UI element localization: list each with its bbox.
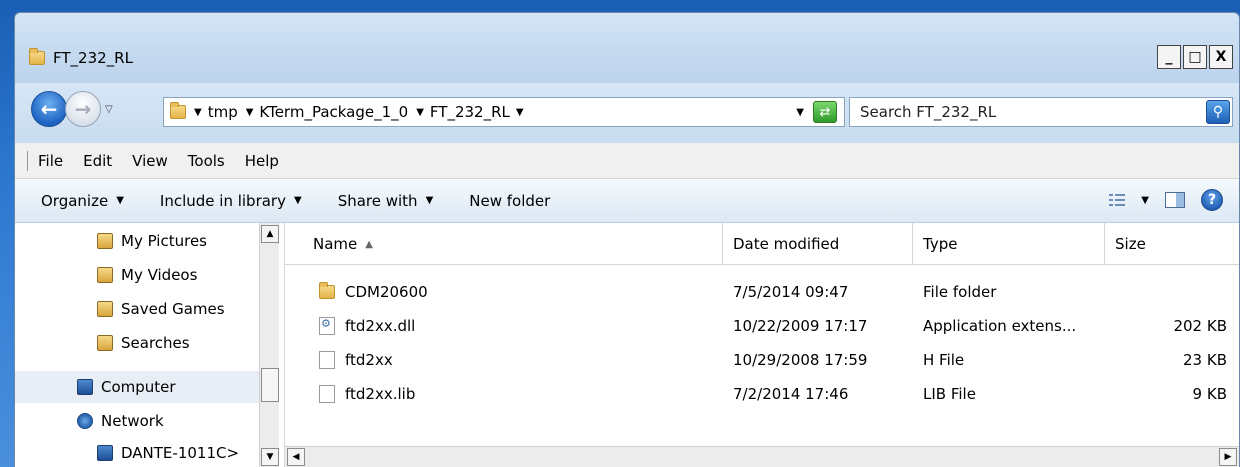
breadcrumb-ft-232-rl[interactable]: ▼ FT_232_RL ▼ — [416, 103, 523, 121]
organize-button[interactable]: Organize ▼ — [41, 192, 124, 210]
command-bar: Organize ▼ Include in library ▼ Share with… — [15, 179, 1239, 223]
menu-edit[interactable]: Edit — [83, 152, 112, 170]
folder-icon — [29, 48, 45, 65]
folder-icon — [170, 102, 186, 119]
scroll-thumb[interactable] — [261, 368, 279, 402]
scroll-down-icon[interactable]: ▼ — [261, 448, 279, 466]
sort-ascending-icon: ▲ — [365, 238, 373, 250]
file-name-cell: ftd2xx.lib — [319, 377, 415, 411]
breadcrumb-tmp[interactable]: ▼ tmp — [194, 103, 238, 121]
breadcrumb-kterm-package[interactable]: ▼ KTerm_Package_1_0 — [246, 103, 409, 121]
menu-file[interactable]: File — [38, 152, 63, 170]
scroll-right-icon[interactable]: ▶ — [1219, 448, 1237, 466]
column-header-date[interactable]: Date modified — [723, 223, 913, 265]
computer-icon — [77, 379, 93, 395]
menu-tools[interactable]: Tools — [188, 152, 225, 170]
minimize-button[interactable]: _ — [1157, 45, 1181, 69]
pictures-folder-icon — [97, 233, 113, 249]
forward-button[interactable]: → — [65, 91, 101, 127]
column-headers: Name ▲ Date modified Type Size — [285, 223, 1239, 265]
nav-item-searches[interactable]: Searches — [97, 327, 190, 359]
file-row[interactable]: ftd2xx 10/29/2008 17:59 H File 23 KB — [285, 343, 1239, 377]
file-date-cell: 10/22/2009 17:17 — [733, 317, 868, 335]
chevron-down-icon: ▼ — [425, 195, 434, 206]
nav-item-computer[interactable]: Computer — [15, 371, 259, 403]
horizontal-scrollbar[interactable]: ◀ ▶ — [285, 446, 1239, 467]
file-row[interactable]: ftd2xx.lib 7/2/2014 17:46 LIB File 9 KB — [285, 377, 1239, 411]
nav-item-network[interactable]: Network — [77, 405, 164, 437]
maximize-button[interactable]: □ — [1183, 45, 1207, 69]
preview-pane-icon[interactable] — [1165, 192, 1185, 208]
file-date-cell: 7/5/2014 09:47 — [733, 283, 849, 301]
share-with-button[interactable]: Share with ▼ — [338, 192, 434, 210]
file-date-cell: 7/2/2014 17:46 — [733, 385, 849, 403]
file-type-cell: H File — [923, 351, 965, 369]
menu-view[interactable]: View — [132, 152, 168, 170]
network-icon — [77, 413, 93, 429]
change-view-icon[interactable] — [1109, 193, 1126, 207]
file-row[interactable]: CDM20600 7/5/2014 09:47 File folder — [285, 275, 1239, 309]
text-file-icon — [319, 351, 335, 369]
explorer-window: FT_232_RL _ □ X ← → ▽ ▼ tmp ▼ KTerm_Packag… — [14, 12, 1240, 467]
back-button[interactable]: ← — [31, 91, 67, 127]
file-row[interactable]: ftd2xx.dll 10/22/2009 17:17 Application … — [285, 309, 1239, 343]
include-in-library-button[interactable]: Include in library ▼ — [160, 192, 302, 210]
file-type-cell: LIB File — [923, 385, 976, 403]
file-name-cell: CDM20600 — [319, 275, 428, 309]
window-title: FT_232_RL — [53, 49, 133, 67]
navigation-buttons: ← → ▽ — [31, 91, 113, 127]
scroll-left-icon[interactable]: ◀ — [287, 448, 305, 466]
address-history-dropdown-icon[interactable]: ▼ — [796, 107, 804, 118]
file-size-cell: 23 KB — [1183, 351, 1227, 369]
recent-pages-dropdown-icon[interactable]: ▽ — [105, 104, 113, 115]
chevron-down-icon: ▼ — [116, 195, 124, 206]
file-icon — [319, 385, 335, 403]
chevron-down-icon: ▼ — [293, 195, 302, 206]
column-header-name[interactable]: Name ▲ — [303, 223, 723, 265]
menu-separator — [27, 150, 28, 171]
refresh-icon[interactable]: ⇄ — [813, 101, 837, 123]
menu-bar: File Edit View Tools Help — [15, 143, 1239, 179]
computer-icon — [97, 445, 113, 461]
file-name-cell: ftd2xx — [319, 343, 393, 377]
file-size-cell: 9 KB — [1192, 385, 1227, 403]
file-type-cell: Application extens... — [923, 317, 1077, 335]
nav-item-dante[interactable]: DANTE-1011C> — [97, 437, 247, 467]
nav-item-my-videos[interactable]: My Videos — [97, 259, 197, 291]
videos-folder-icon — [97, 267, 113, 283]
address-row: ← → ▽ ▼ tmp ▼ KTerm_Package_1_0 ▼ FT_232_RL… — [15, 83, 1239, 143]
searches-folder-icon — [97, 335, 113, 351]
scroll-up-icon[interactable]: ▲ — [261, 225, 279, 243]
folder-icon — [319, 282, 335, 299]
close-button[interactable]: X — [1209, 45, 1233, 69]
window-controls: _ □ X — [1155, 45, 1233, 69]
search-icon[interactable]: ⚲ — [1206, 100, 1230, 124]
search-input[interactable]: Search FT_232_RL ⚲ — [849, 97, 1233, 127]
chevron-down-icon[interactable]: ▼ — [1141, 195, 1149, 206]
file-type-cell: File folder — [923, 283, 997, 301]
column-header-type[interactable]: Type — [913, 223, 1105, 265]
column-header-size[interactable]: Size — [1105, 223, 1240, 265]
file-list-pane: Name ▲ Date modified Type Size CDM20600 … — [285, 223, 1239, 467]
new-folder-button[interactable]: New folder — [469, 192, 550, 210]
address-bar[interactable]: ▼ tmp ▼ KTerm_Package_1_0 ▼ FT_232_RL ▼ ▼ — [163, 97, 845, 127]
file-size-cell: 202 KB — [1173, 317, 1227, 335]
file-date-cell: 10/29/2008 17:59 — [733, 351, 868, 369]
menu-help[interactable]: Help — [245, 152, 279, 170]
title-bar: FT_232_RL _ □ X — [15, 13, 1239, 83]
window-title-row: FT_232_RL — [29, 45, 133, 71]
view-controls: ▼ ? — [1109, 189, 1223, 211]
nav-item-saved-games[interactable]: Saved Games — [97, 293, 225, 325]
navigation-pane: My Pictures My Videos Saved Games Search… — [15, 223, 285, 467]
games-folder-icon — [97, 301, 113, 317]
help-icon[interactable]: ? — [1201, 189, 1223, 211]
dll-file-icon — [319, 317, 335, 335]
file-name-cell: ftd2xx.dll — [319, 309, 415, 343]
nav-item-my-pictures[interactable]: My Pictures — [97, 225, 207, 257]
nav-vertical-scrollbar[interactable]: ▲ ▼ — [259, 223, 279, 467]
